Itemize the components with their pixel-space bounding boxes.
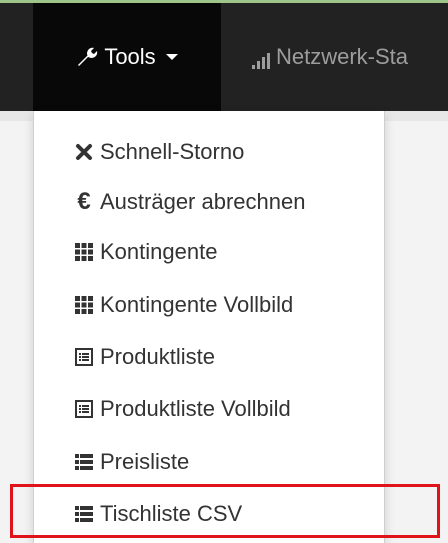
menu-item-produktliste-vollbild[interactable]: Produktliste Vollbild [74, 389, 291, 429]
netzwerk-label: Netzwerk-Sta [276, 44, 409, 69]
menu-item-label: Austräger abrechnen [100, 189, 306, 214]
menu-item-label: Produktliste Vollbild [100, 396, 291, 421]
signal-bars-icon [252, 49, 270, 69]
menu-item-label: Schnell-Storno [100, 139, 245, 164]
wrench-icon [76, 46, 98, 68]
menu-item-austraeger-abrechnen[interactable]: € Austräger abrechnen [74, 182, 305, 222]
list-alt-icon [74, 399, 94, 419]
menu-item-produktliste[interactable]: Produktliste [74, 337, 215, 377]
tools-dropdown-menu: Schnell-Storno € Austräger abrechnen Kon… [33, 111, 385, 543]
grid-icon [74, 242, 94, 262]
list-icon [74, 452, 94, 472]
menu-item-tischliste-csv[interactable]: Tischliste CSV [74, 494, 242, 534]
tools-dropdown-toggle[interactable]: Tools [33, 3, 221, 111]
navbar: Tools Netzwerk-Sta [0, 3, 448, 111]
menu-item-preisliste[interactable]: Preisliste [74, 442, 189, 482]
list-alt-icon [74, 347, 94, 367]
menu-item-schnell-storno[interactable]: Schnell-Storno [74, 132, 244, 172]
page: Tools Netzwerk-Sta Schnell-Storno € Aust… [0, 0, 448, 543]
euro-icon: € [77, 188, 91, 215]
netzwerk-status-link[interactable]: Netzwerk-Sta [252, 3, 408, 111]
menu-item-kontingente[interactable]: Kontingente [74, 232, 217, 272]
menu-item-label: Preisliste [100, 449, 190, 474]
grid-icon [74, 295, 94, 315]
tools-label: Tools [104, 44, 156, 69]
caret-down-icon [165, 54, 178, 60]
list-icon [74, 504, 94, 524]
menu-item-label: Produktliste [100, 344, 215, 369]
menu-item-label: Kontingente Vollbild [100, 292, 294, 317]
menu-item-label: Tischliste CSV [100, 501, 243, 526]
close-icon [74, 142, 94, 162]
menu-item-kontingente-vollbild[interactable]: Kontingente Vollbild [74, 285, 293, 325]
menu-item-label: Kontingente [100, 239, 218, 264]
